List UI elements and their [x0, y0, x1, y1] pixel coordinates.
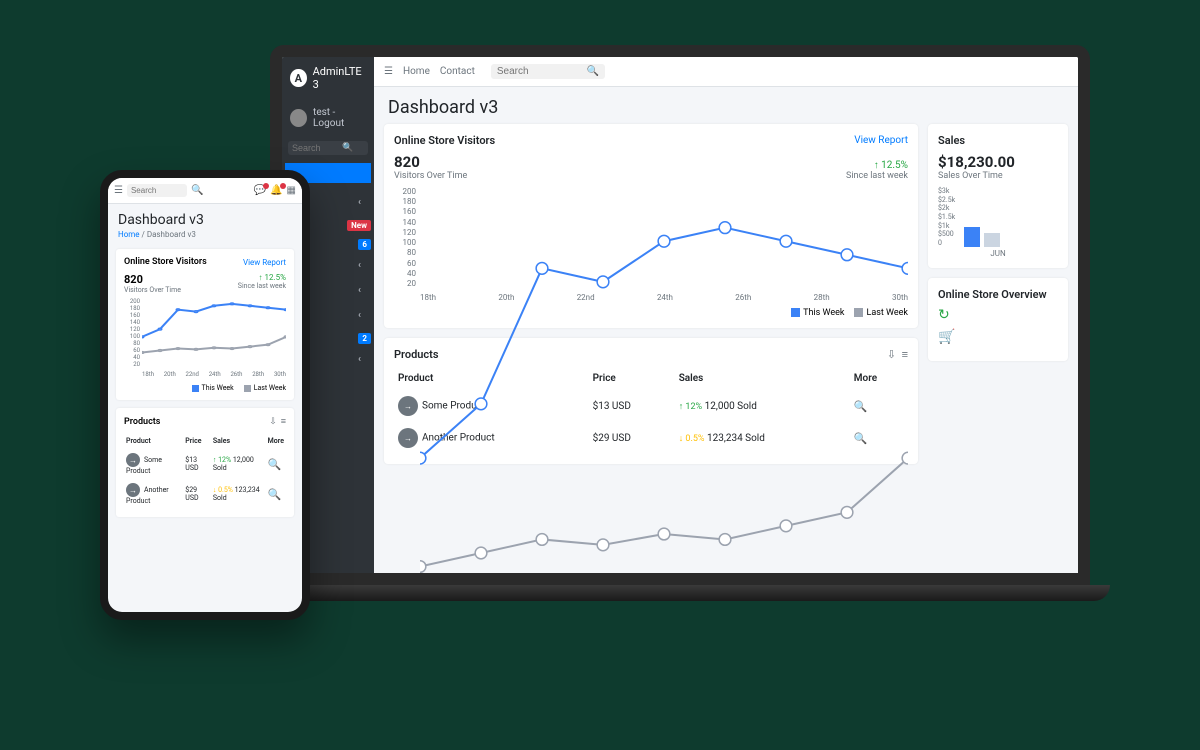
card-title: Products — [124, 417, 160, 427]
card-title: Online Store Visitors — [124, 257, 207, 267]
visitors-delta: 12.5% — [238, 273, 286, 282]
sales-card: Sales $18,230.00 Sales Over Time $3k$2.5… — [928, 124, 1068, 268]
phone-search-input[interactable] — [127, 184, 187, 197]
phone-device: ☰ 🔍 💬 🔔 ▦ Dashboard v3 Home / Dashboard … — [100, 170, 310, 620]
products-card: Products ⇩ ≡ Product Price Sales More →S… — [116, 408, 294, 517]
visitors-value: 820 — [124, 273, 181, 286]
avatar — [290, 109, 307, 127]
brand[interactable]: A AdminLTE 3 — [282, 57, 374, 99]
refresh-icon[interactable]: ↻ — [938, 307, 1058, 323]
breadcrumb-current: Dashboard v3 — [147, 230, 196, 239]
sidebar-item[interactable]: ‹ — [348, 306, 371, 325]
sales-value: $18,230.00 — [938, 153, 1058, 171]
visitors-card: Online Store Visitors View Report 820 Vi… — [116, 249, 294, 400]
visitors-chart: 20018016014012010080604020 18th20th22nd2… — [124, 298, 286, 378]
visitors-subtitle: Visitors Over Time — [124, 286, 181, 294]
product-icon: → — [126, 453, 140, 467]
sidebar-item[interactable]: ‹ — [348, 281, 371, 300]
product-icon: → — [398, 428, 418, 448]
main: ☰ Home Contact 🔍 Dashboard v3 Online S — [374, 57, 1078, 573]
search-icon[interactable]: 🔍 — [268, 488, 282, 501]
sidebar-search-input[interactable] — [292, 143, 342, 153]
bell-icon[interactable]: 🔔 — [270, 185, 282, 196]
search-icon[interactable]: 🔍 — [191, 185, 203, 196]
sidebar-item[interactable]: ‹ — [348, 256, 371, 275]
user-panel[interactable]: test - Logout — [282, 99, 374, 137]
visitors-chart: 20018016014012010080604020 18th20th22nd2… — [394, 187, 908, 302]
visitors-value: 820 — [394, 153, 467, 171]
cart-icon[interactable]: 🛒 — [938, 329, 1058, 345]
brand-icon: A — [290, 69, 307, 87]
visitors-delta-note: Since last week — [846, 171, 908, 181]
sidebar-item[interactable]: 6 — [358, 237, 371, 250]
user-label: test - Logout — [313, 107, 366, 129]
sales-chart: $3k$2.5k$2k$1.5k$1k$5000 — [938, 187, 1058, 247]
brand-label: AdminLTE 3 — [313, 65, 366, 91]
menu-icon[interactable]: ☰ — [114, 185, 123, 196]
view-report-link[interactable]: View Report — [243, 258, 286, 267]
nav-home[interactable]: Home — [403, 66, 430, 77]
menu-icon[interactable]: ≡ — [281, 417, 286, 427]
overview-card: Online Store Overview ↻ 🛒 — [928, 278, 1068, 361]
search-icon[interactable]: 🔍 — [342, 143, 353, 153]
breadcrumb: Home / Dashboard v3 — [108, 230, 302, 245]
menu-icon[interactable]: ☰ — [384, 66, 393, 77]
grid-icon[interactable]: ▦ — [287, 185, 296, 196]
table-row[interactable]: →Some Product$13 USD↑ 12% 12,000 Sold🔍 — [124, 449, 286, 479]
sidebar-item[interactable]: ‹ — [348, 193, 371, 212]
sales-xlabel: JUN — [938, 249, 1058, 258]
count-badge: 6 — [358, 239, 371, 250]
sales-subtitle: Sales Over Time — [938, 171, 1058, 181]
nav-contact[interactable]: Contact — [440, 66, 475, 77]
laptop-device: A AdminLTE 3 test - Logout 🔍 ‹ New 6 ‹ — [270, 45, 1090, 601]
product-icon: → — [398, 396, 418, 416]
visitors-subtitle: Visitors Over Time — [394, 171, 467, 181]
card-title: Online Store Overview — [938, 288, 1058, 301]
view-report-link[interactable]: View Report — [854, 135, 908, 146]
app-root: A AdminLTE 3 test - Logout 🔍 ‹ New 6 ‹ — [282, 57, 1078, 573]
visitors-delta: 12.5% — [846, 160, 908, 171]
count-badge: 2 — [358, 333, 371, 344]
product-icon: → — [126, 483, 140, 497]
laptop-base — [250, 585, 1110, 601]
sidebar-item[interactable]: 2 — [358, 331, 371, 344]
sidebar-item[interactable]: New — [347, 218, 371, 231]
page-title: Dashboard v3 — [374, 87, 1078, 124]
products-table: Product Price Sales More →Some Product$1… — [124, 433, 286, 509]
top-search[interactable]: 🔍 — [491, 64, 605, 79]
page-title: Dashboard v3 — [108, 204, 302, 230]
search-icon[interactable]: 🔍 — [587, 66, 599, 77]
phone-nav: ☰ 🔍 💬 🔔 ▦ — [108, 178, 302, 204]
breadcrumb-home[interactable]: Home — [118, 230, 140, 239]
chat-icon[interactable]: 💬 — [254, 185, 266, 196]
search-icon[interactable]: 🔍 — [268, 458, 282, 471]
top-nav: ☰ Home Contact 🔍 — [374, 57, 1078, 87]
card-title: Online Store Visitors — [394, 134, 495, 147]
table-row[interactable]: →Another Product$29 USD↓ 0.5% 123,234 So… — [124, 479, 286, 509]
visitors-delta-note: Since last week — [238, 282, 286, 290]
new-badge: New — [347, 220, 371, 231]
download-icon[interactable]: ⇩ — [269, 417, 277, 427]
visitors-card: Online Store Visitors View Report 820 Vi… — [384, 124, 918, 328]
chart-legend: This Week Last Week — [124, 384, 286, 392]
sidebar-search[interactable]: 🔍 — [288, 141, 368, 155]
card-title: Sales — [938, 134, 1058, 147]
top-search-input[interactable] — [497, 66, 587, 77]
sidebar-item[interactable]: ‹ — [348, 350, 371, 369]
